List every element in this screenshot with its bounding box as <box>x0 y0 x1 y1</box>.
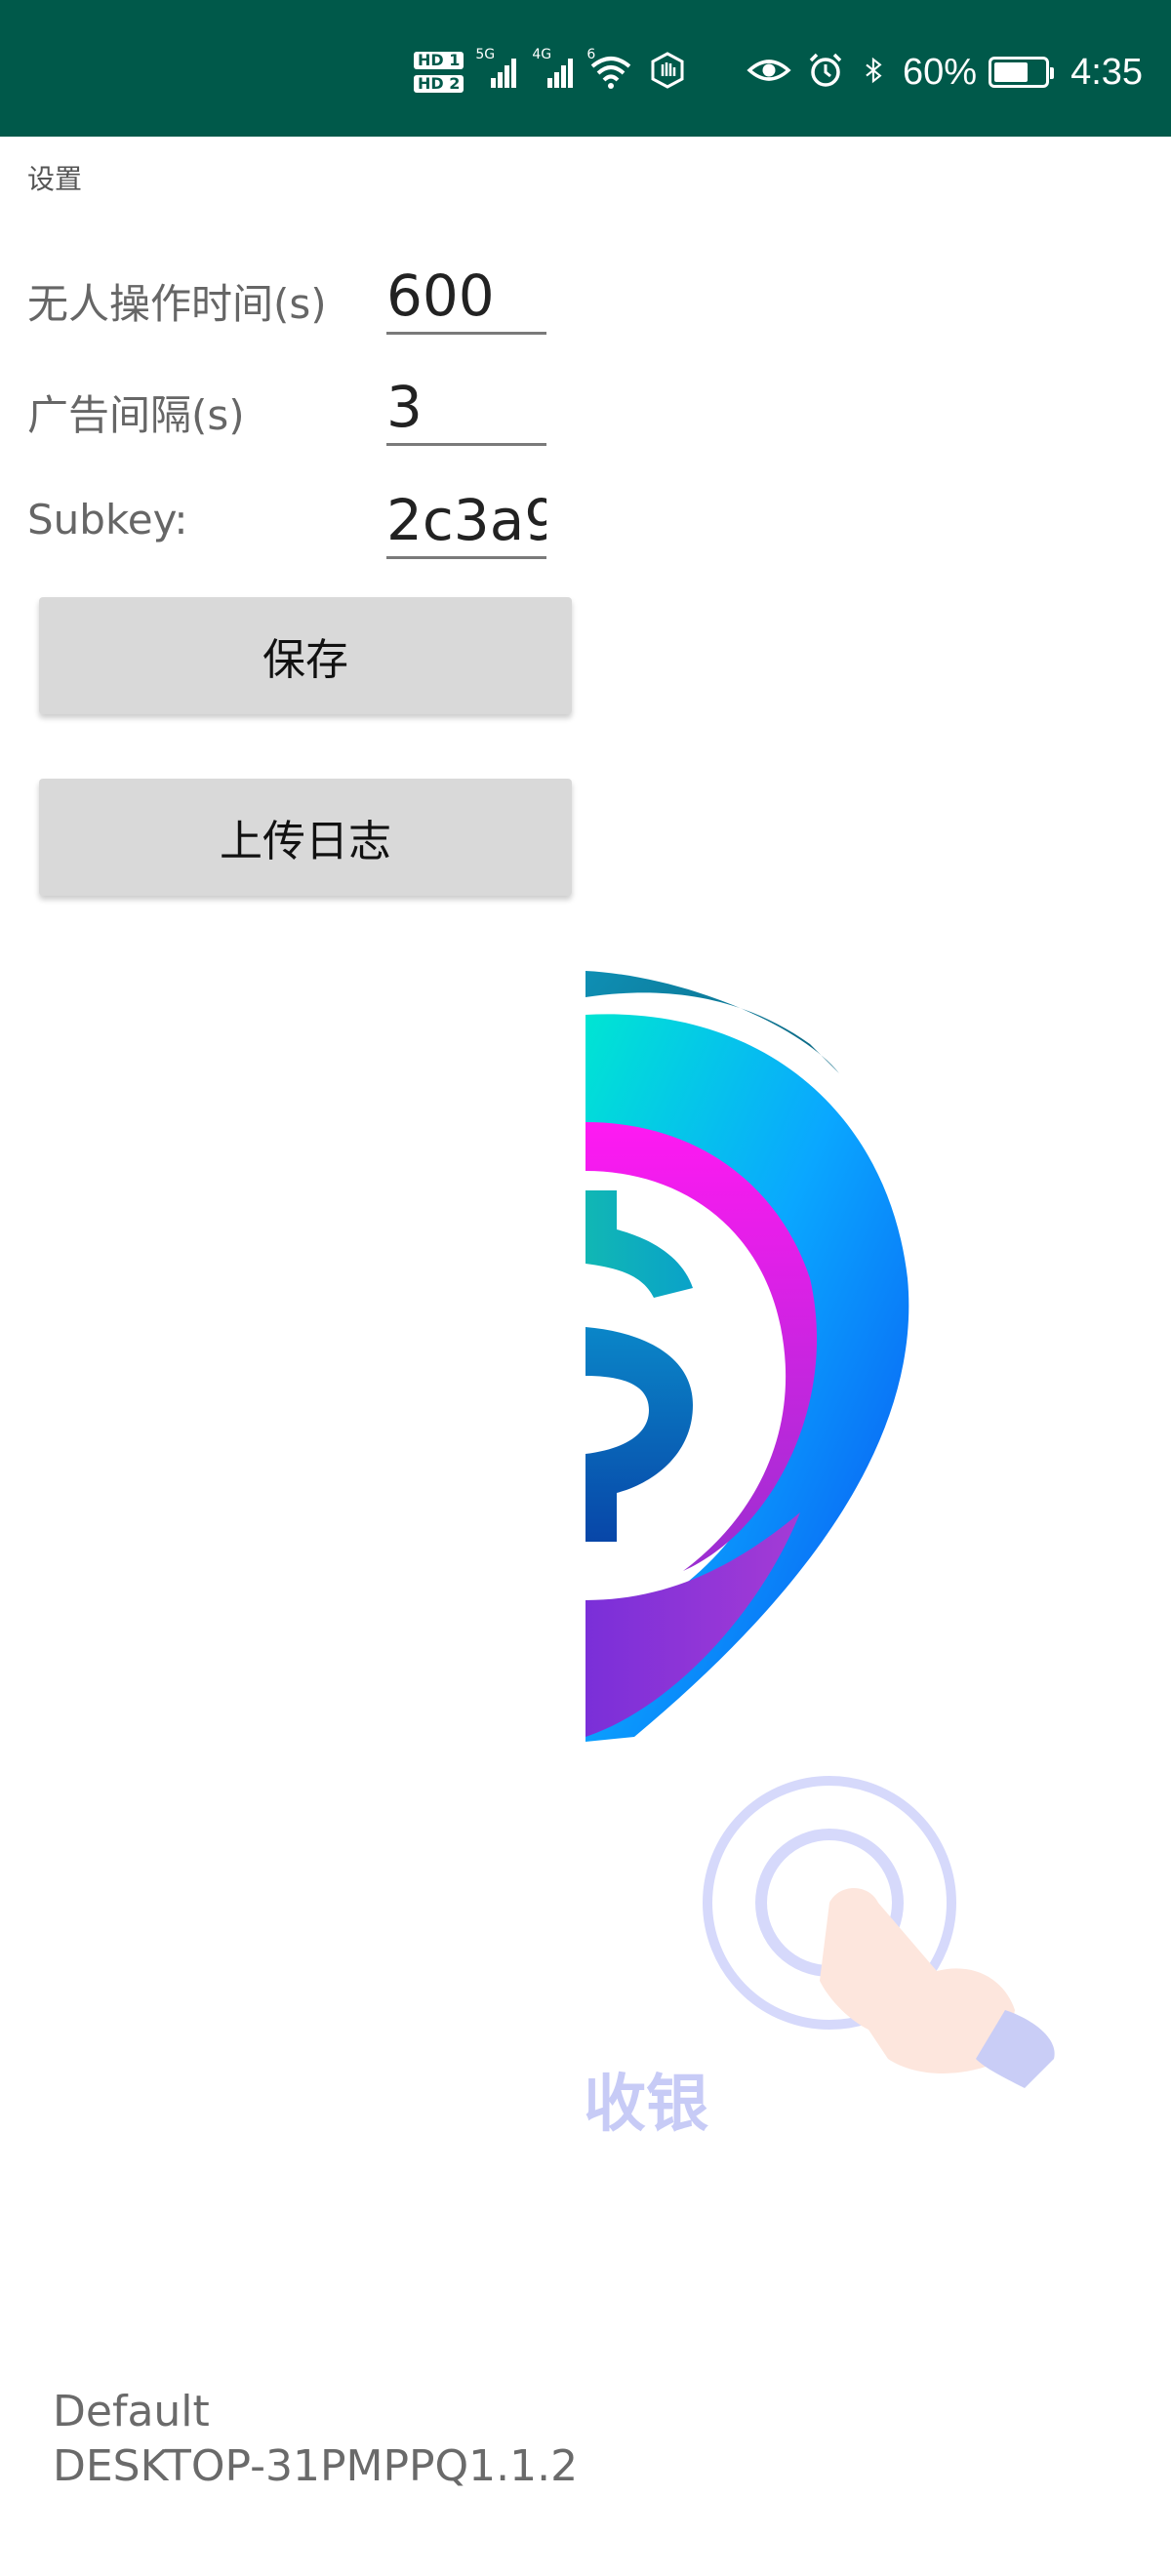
subkey-input[interactable]: 2c3a9 <box>386 484 546 559</box>
subkey-label: Subkey: <box>27 496 188 543</box>
ad-interval-input[interactable]: 3 <box>386 371 546 446</box>
idle-time-input[interactable]: 600 <box>386 260 546 335</box>
eye-icon <box>747 51 791 94</box>
hd2-badge: HD 2 <box>414 75 464 93</box>
bluetooth-icon <box>860 51 891 94</box>
save-button[interactable]: 保存 <box>39 597 572 714</box>
hd-indicators: HD 1 HD 2 <box>414 52 464 93</box>
tap-hand-icon <box>703 1776 1055 2088</box>
brand-logo <box>586 971 909 1742</box>
status-icons-right: 60% 4:35 <box>747 53 1143 92</box>
footer-device-version: DESKTOP-31PMPPQ1.1.2 <box>53 2441 579 2491</box>
settings-title: 设置 <box>27 163 83 195</box>
signal-5g-icon: 5G <box>475 47 520 92</box>
battery-percent: 60% <box>903 52 978 93</box>
footer-config-label: Default <box>53 2387 210 2436</box>
signal-4g-icon: 4G <box>532 47 577 92</box>
alarm-icon <box>803 51 848 94</box>
wifi-gen-label: 6 <box>586 47 596 62</box>
status-bar: HD 1 HD 2 5G 4G 6 60% 4:35 <box>0 0 1171 137</box>
upload-log-button[interactable]: 上传日志 <box>39 779 572 896</box>
wifi-icon: 6 <box>586 47 633 92</box>
status-icons-left: HD 1 HD 2 5G 4G 6 <box>414 47 690 94</box>
clock-time: 4:35 <box>1070 52 1144 93</box>
hand-stop-icon <box>645 51 690 94</box>
idle-time-label: 无人操作时间(s) <box>27 280 327 328</box>
brand-text: 收银 <box>584 2069 708 2141</box>
battery-level-fill <box>994 62 1028 82</box>
hd1-badge: HD 1 <box>414 52 464 69</box>
battery-icon <box>989 57 1055 88</box>
ad-interval-label: 广告间隔(s) <box>27 391 245 439</box>
net4g-label: 4G <box>532 47 552 62</box>
net5g-label: 5G <box>475 47 496 62</box>
